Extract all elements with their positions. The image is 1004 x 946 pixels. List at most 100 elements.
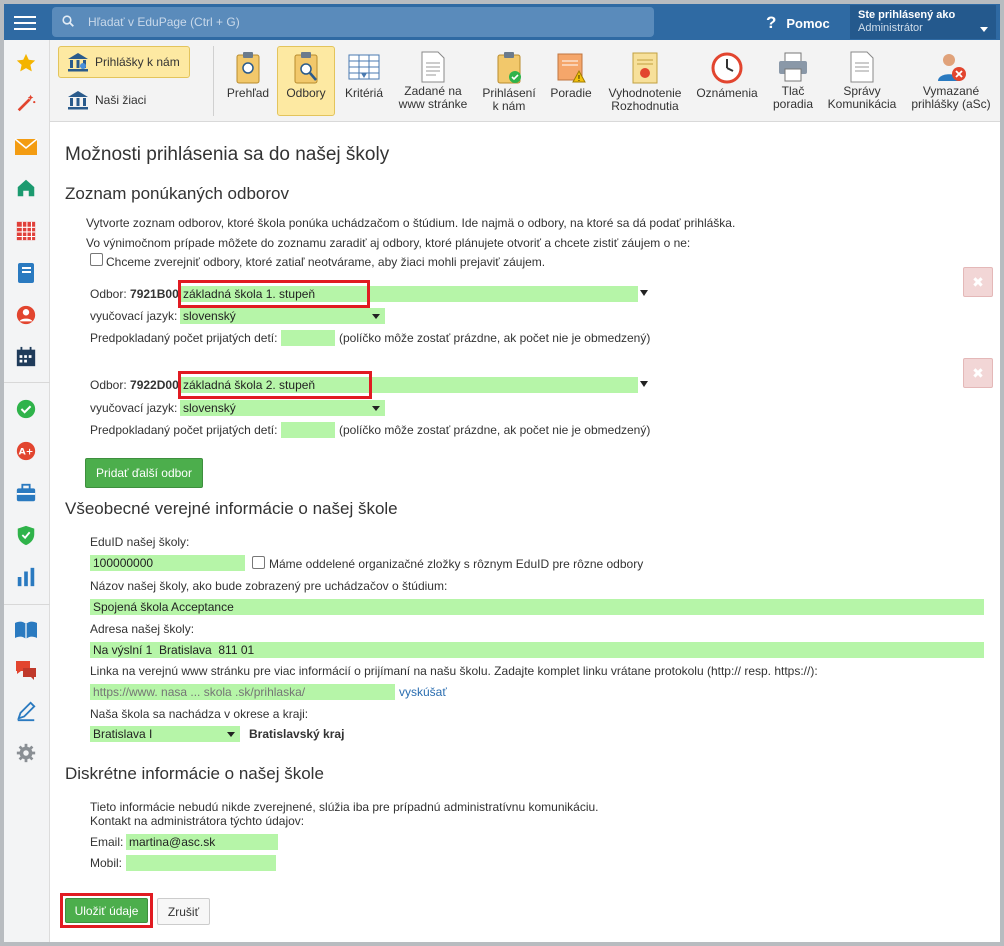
add-odbor-button[interactable]: Pridať ďalší odbor xyxy=(85,458,203,488)
highlight-box xyxy=(178,280,370,308)
bar-chart-icon[interactable] xyxy=(13,564,39,590)
home-icon[interactable] xyxy=(13,175,39,201)
tool-zadane[interactable]: Zadané na www stránke xyxy=(392,46,474,116)
language-select[interactable]: slovenský xyxy=(180,308,385,324)
main-content: Možnosti prihlásenia sa do našej školy Z… xyxy=(50,122,1000,942)
link-input[interactable] xyxy=(90,684,395,700)
tool-kriteria[interactable]: Kritériá xyxy=(338,46,390,116)
address-label: Adresa našej školy: xyxy=(90,622,195,636)
language-value: slovenský xyxy=(183,309,236,323)
section-title-private: Diskrétne informácie o našej škole xyxy=(65,764,324,783)
odbor-code: 7921B00 xyxy=(130,287,179,301)
separate-eduid-checkbox[interactable] xyxy=(252,556,265,569)
top-bar: ? Pomoc Ste prihlásený ako Administrátor xyxy=(4,4,1000,40)
module-toolbar: Prihlášky k nám Naši žiaci Prehľad Odbor… xyxy=(50,40,1000,122)
tab-nasi-ziaci[interactable]: Naši žiaci xyxy=(58,84,190,116)
question-icon: ? xyxy=(766,13,777,32)
chat-icon[interactable] xyxy=(13,657,39,683)
link-label: Linka na verejnú www stránku pre viac in… xyxy=(90,664,818,678)
tool-label: Vymazané xyxy=(922,84,980,98)
calendar-icon[interactable] xyxy=(13,344,39,370)
person-icon[interactable] xyxy=(13,302,39,328)
document-icon xyxy=(421,51,445,83)
timetable-icon[interactable] xyxy=(13,218,39,244)
bank-icon xyxy=(68,53,88,72)
intro-text-2: Vo výnimočnom prípade môžete do zoznamu … xyxy=(86,236,691,250)
delete-odbor-button[interactable]: ✖ xyxy=(963,358,993,388)
section-tabs: Prihlášky k nám Naši žiaci xyxy=(58,46,208,122)
search-box[interactable] xyxy=(52,7,654,37)
delete-odbor-button[interactable]: ✖ xyxy=(963,267,993,297)
clipboard-check-icon xyxy=(497,52,521,84)
star-icon[interactable] xyxy=(13,50,39,76)
tool-label: Poradie xyxy=(550,86,592,100)
school-name-input[interactable] xyxy=(90,599,984,615)
chevron-down-icon[interactable] xyxy=(640,381,648,387)
mobile-input[interactable] xyxy=(126,855,276,871)
save-button[interactable]: Uložiť údaje xyxy=(65,898,148,923)
count-input[interactable] xyxy=(281,330,335,346)
user-name: Administrátor xyxy=(858,22,923,34)
user-menu[interactable]: Ste prihlásený ako Administrátor xyxy=(850,5,996,39)
toolbar-divider xyxy=(213,46,214,116)
help-label: Pomoc xyxy=(786,15,830,31)
count-input[interactable] xyxy=(281,422,335,438)
search-icon xyxy=(62,15,74,27)
svg-text:A+: A+ xyxy=(19,447,34,458)
tool-prihlaseni[interactable]: Prihlásení k nám xyxy=(478,46,540,116)
odbor-label: Odbor: 7922D00 xyxy=(90,378,179,392)
pen-icon[interactable] xyxy=(13,698,39,724)
close-icon: ✖ xyxy=(972,273,984,290)
region-label: Naša škola sa nachádza v okrese a kraji: xyxy=(90,707,309,721)
count-label: Predpokladaný počet prijatých detí: xyxy=(90,331,278,345)
address-input[interactable] xyxy=(90,642,984,658)
tab-label: Prihlášky k nám xyxy=(95,55,180,69)
menu-icon[interactable] xyxy=(14,12,36,32)
help-button[interactable]: ? Pomoc xyxy=(766,10,830,36)
magic-wand-icon[interactable] xyxy=(13,90,39,116)
eduid-input[interactable] xyxy=(90,555,245,571)
email-label: Email: xyxy=(90,835,124,849)
check-icon[interactable] xyxy=(13,396,39,422)
table-icon xyxy=(348,54,380,80)
language-label: vyučovací jazyk: xyxy=(90,401,178,415)
gear-icon[interactable] xyxy=(13,740,39,766)
try-link[interactable]: vyskúšať xyxy=(399,685,447,699)
tool-vyhodnotenie[interactable]: Vyhodnotenie Rozhodnutia xyxy=(602,46,688,116)
user-delete-icon xyxy=(938,54,966,81)
email-input[interactable] xyxy=(126,834,278,850)
book-icon[interactable] xyxy=(13,617,39,643)
sidebar: A+ xyxy=(4,40,50,942)
section-title-public: Všeobecné verejné informácie o našej ško… xyxy=(65,499,398,518)
tool-oznamenia[interactable]: Oznámenia xyxy=(690,46,764,116)
grade-icon[interactable]: A+ xyxy=(13,438,39,464)
tool-poradie[interactable]: ! Poradie xyxy=(544,46,598,116)
cancel-button[interactable]: Zrušiť xyxy=(157,898,210,925)
tool-tlac[interactable]: Tlač poradia xyxy=(766,46,820,116)
publish-unopened-checkbox[interactable] xyxy=(90,253,103,266)
count-hint: (políčko môže zostať prázdne, ak počet n… xyxy=(339,423,651,437)
tool-vymazane[interactable]: Vymazané prihlášky (aSc) xyxy=(904,46,998,116)
odbor-label: Odbor: 7921B00 xyxy=(90,287,179,301)
language-label: vyučovací jazyk: xyxy=(90,309,178,323)
tool-spravy[interactable]: Správy Komunikácia xyxy=(824,46,900,116)
briefcase-icon[interactable] xyxy=(13,480,39,506)
tool-label: Tlač xyxy=(781,84,805,98)
sidebar-divider xyxy=(4,382,50,383)
search-input[interactable] xyxy=(86,11,646,33)
envelope-icon[interactable] xyxy=(13,134,39,160)
tool-odbory[interactable]: Odbory xyxy=(277,46,335,116)
chevron-down-icon xyxy=(227,731,235,737)
chevron-down-icon[interactable] xyxy=(640,290,648,296)
shield-icon[interactable] xyxy=(13,522,39,548)
tool-label: Prehľad xyxy=(226,86,270,100)
language-select[interactable]: slovenský xyxy=(180,400,385,416)
notebook-icon[interactable] xyxy=(13,260,39,286)
tool-prehlad[interactable]: Prehľad xyxy=(220,46,276,116)
tab-prihlasky[interactable]: Prihlášky k nám xyxy=(58,46,190,78)
tool-label: Prihlásení xyxy=(482,86,536,100)
document-icon xyxy=(850,51,874,83)
clock-icon xyxy=(711,52,743,84)
district-select[interactable]: Bratislava I xyxy=(90,726,240,742)
tool-label: Odbory xyxy=(286,86,326,100)
